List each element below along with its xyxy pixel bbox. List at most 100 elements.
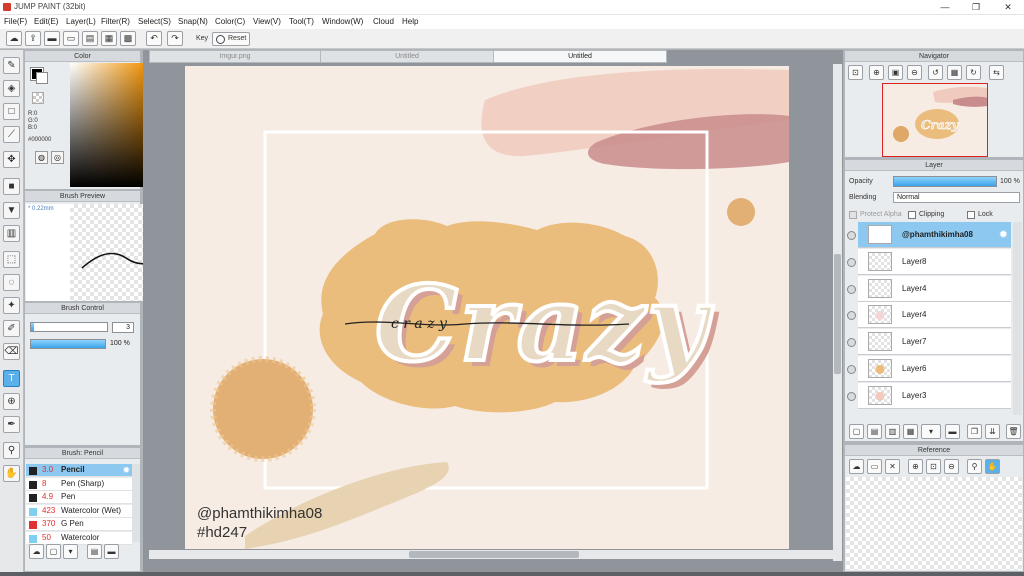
magic-wand-icon[interactable]: ✦: [3, 297, 20, 314]
vertical-scroll-thumb[interactable]: [834, 254, 841, 374]
pen-tool-icon[interactable]: ✒: [3, 416, 20, 433]
brush-list-item[interactable]: 8 Pen (Sharp): [26, 477, 132, 491]
undo-icon[interactable]: ↶: [146, 31, 162, 46]
brush-new-icon[interactable]: ▢: [46, 544, 61, 559]
brush-size-slider[interactable]: [30, 322, 108, 332]
hand-tool-icon[interactable]: ✋: [3, 465, 20, 482]
ref-cloud-icon[interactable]: ☁: [849, 459, 864, 474]
layer-visibility-icon[interactable]: [847, 391, 856, 401]
brush-tool-icon[interactable]: ✎: [3, 57, 20, 74]
nav-zoom-in-icon[interactable]: ⊕: [869, 65, 884, 80]
ref-zoom-in-icon[interactable]: ⊕: [908, 459, 923, 474]
comment-icon[interactable]: ▬: [44, 31, 60, 46]
select-rect-icon[interactable]: ⬚: [3, 251, 20, 268]
select-eraser-icon[interactable]: ⌫: [3, 343, 20, 360]
brush-cloud-icon[interactable]: ☁: [29, 544, 44, 559]
layer-merge-icon[interactable]: ⇊: [985, 424, 1000, 439]
eyedropper-icon[interactable]: ⚲: [3, 442, 20, 459]
nav-flip-icon[interactable]: ⇆: [989, 65, 1004, 80]
layer-new-halftone-icon[interactable]: ▦: [903, 424, 918, 439]
fill-rect-tool-icon[interactable]: ■: [3, 178, 20, 195]
ref-hand-icon[interactable]: ✋: [985, 459, 1000, 474]
page-icon[interactable]: ▤: [82, 31, 98, 46]
brush-size-input[interactable]: 3: [112, 322, 134, 333]
nav-zoom-out-icon[interactable]: ⊖: [907, 65, 922, 80]
layer-duplicate-icon[interactable]: ❐: [967, 424, 982, 439]
export-icon[interactable]: ⇪: [25, 31, 41, 46]
bucket-tool-icon[interactable]: ▼: [3, 202, 20, 219]
lock-checkbox[interactable]: [967, 211, 975, 219]
grid-icon[interactable]: ▩: [120, 31, 136, 46]
menu-view[interactable]: View(V): [253, 17, 281, 26]
layer-list-scrollbar[interactable]: [1013, 222, 1022, 415]
zoom-tool-icon[interactable]: ⊕: [3, 393, 20, 410]
menu-file[interactable]: File(F): [4, 17, 27, 26]
canvas-vertical-scrollbar[interactable]: [833, 64, 842, 561]
menu-color[interactable]: Color(C): [215, 17, 245, 26]
nav-zoom-fit-icon[interactable]: ⊡: [848, 65, 863, 80]
ref-close-icon[interactable]: ✕: [885, 459, 900, 474]
menu-help[interactable]: Help: [402, 17, 418, 26]
ref-open-icon[interactable]: ▭: [867, 459, 882, 474]
layer-visibility-icon[interactable]: [847, 311, 856, 321]
layer-row[interactable]: Layer7: [858, 329, 1011, 356]
layer-folder-icon[interactable]: ▬: [945, 424, 960, 439]
layer-new-icon[interactable]: ▢: [849, 424, 864, 439]
cloud-icon[interactable]: ☁: [6, 31, 22, 46]
layout-icon[interactable]: ▦: [101, 31, 117, 46]
layer-new-8bit-icon[interactable]: ▥: [885, 424, 900, 439]
background-color-swatch[interactable]: [36, 72, 48, 84]
menu-layer[interactable]: Layer(L): [66, 17, 96, 26]
redo-icon[interactable]: ↷: [167, 31, 183, 46]
layer-visibility-icon[interactable]: [847, 257, 856, 267]
tab-untitled-2[interactable]: Untitled: [493, 50, 667, 63]
transparent-swatch[interactable]: [32, 92, 44, 104]
layer-add-menu-icon[interactable]: ▾: [921, 424, 941, 439]
reference-canvas[interactable]: [846, 477, 1022, 570]
layer-visibility-icon[interactable]: [847, 231, 856, 240]
menu-cloud[interactable]: Cloud: [373, 17, 394, 26]
layer-row[interactable]: Layer8: [858, 248, 1011, 275]
nav-rotate-right-icon[interactable]: ↻: [966, 65, 981, 80]
brush-add-icon[interactable]: ▾: [63, 544, 78, 559]
tab-imgur[interactable]: Imgur.png: [149, 50, 321, 63]
close-button[interactable]: ✕: [993, 0, 1023, 15]
ref-fit-icon[interactable]: ⊡: [926, 459, 941, 474]
menu-filter[interactable]: Filter(R): [101, 17, 130, 26]
layer-row[interactable]: Layer4: [858, 302, 1011, 329]
canvas-horizontal-scrollbar[interactable]: [149, 550, 833, 559]
maximize-button[interactable]: ❐: [961, 0, 991, 15]
ref-eyedropper-icon[interactable]: ⚲: [967, 459, 982, 474]
menu-tool[interactable]: Tool(T): [289, 17, 314, 26]
brush-list-item[interactable]: 423 Watercolor (Wet): [26, 504, 132, 518]
layer-new-1bit-icon[interactable]: ▤: [867, 424, 882, 439]
menu-window[interactable]: Window(W): [322, 17, 363, 26]
brush-list-item[interactable]: 3.0 Pencil ✹: [26, 464, 132, 477]
line-tool-icon[interactable]: ⟋: [3, 126, 20, 143]
reset-button[interactable]: Reset: [212, 32, 250, 46]
eraser-tool-icon[interactable]: ◈: [3, 80, 20, 97]
brush-copy-icon[interactable]: ▤: [87, 544, 102, 559]
saturation-value-picker[interactable]: [70, 63, 148, 187]
chat-icon[interactable]: ▭: [63, 31, 79, 46]
palette-icon[interactable]: ◍: [35, 151, 48, 164]
layer-opacity-slider[interactable]: [893, 176, 997, 187]
menu-edit[interactable]: Edit(E): [34, 17, 58, 26]
lasso-icon[interactable]: ◌: [3, 274, 20, 291]
gradient-tool-icon[interactable]: ▥: [3, 225, 20, 242]
layer-visibility-icon[interactable]: [847, 338, 856, 348]
palette-edit-icon[interactable]: ◎: [51, 151, 64, 164]
layer-row[interactable]: Layer4: [858, 275, 1011, 302]
artwork-canvas[interactable]: Crazy Crazy c r a z y @phamthikimha08 #h…: [185, 66, 789, 549]
navigator-thumbnail[interactable]: Crazy: [882, 83, 988, 157]
layer-delete-icon[interactable]: 🗑: [1006, 424, 1021, 439]
layer-row[interactable]: @phamthikimha08 ✹: [858, 222, 1011, 248]
brush-list-scrollbar[interactable]: [132, 464, 140, 542]
layer-row[interactable]: Layer3: [858, 382, 1011, 409]
menu-select[interactable]: Select(S): [138, 17, 171, 26]
horizontal-scroll-thumb[interactable]: [409, 551, 579, 558]
protect-alpha-checkbox[interactable]: [849, 211, 857, 219]
tab-untitled-1[interactable]: Untitled: [320, 50, 494, 63]
select-pen-icon[interactable]: ✐: [3, 320, 20, 337]
brush-folder-icon[interactable]: ▬: [104, 544, 119, 559]
